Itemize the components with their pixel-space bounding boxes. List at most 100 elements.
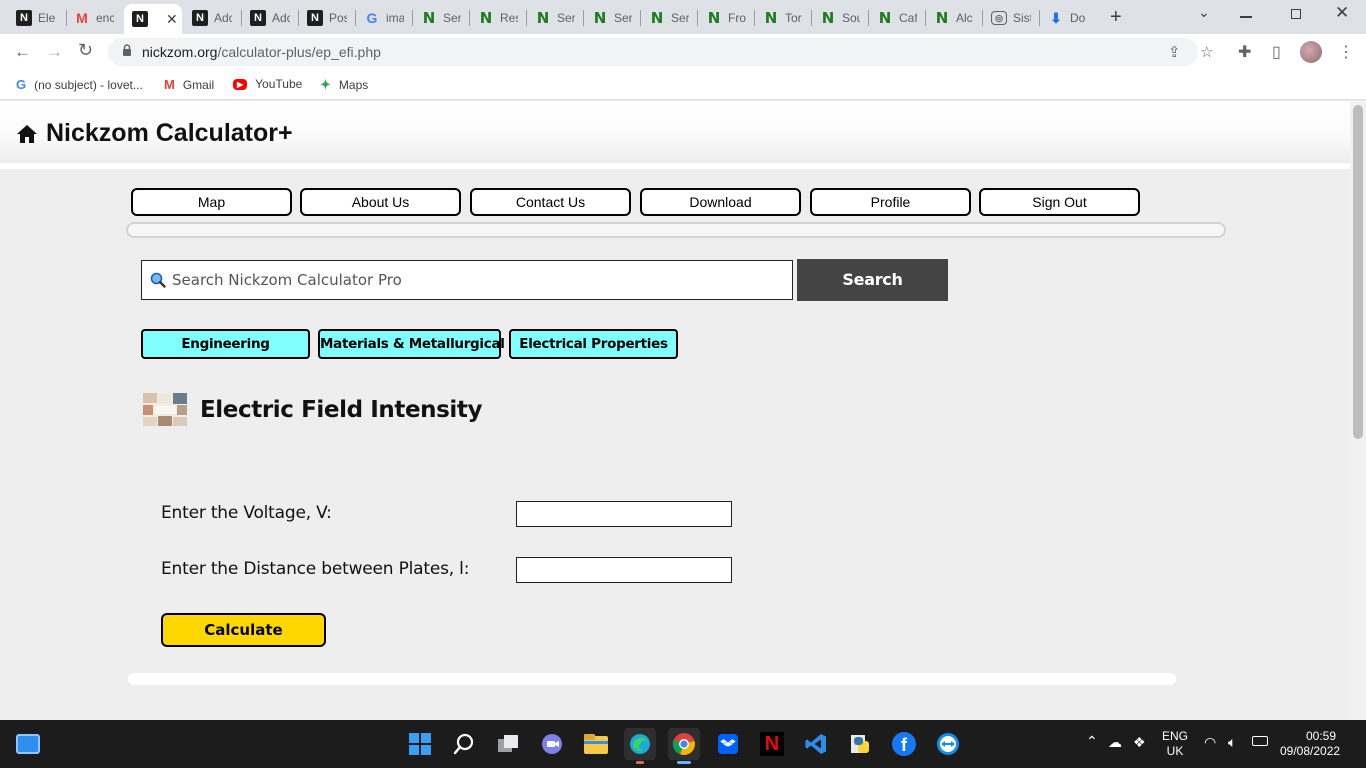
language-indicator[interactable]: ENG UK [1160,729,1190,759]
menu-map-button[interactable]: Map [131,188,292,216]
n-icon: N [307,10,323,26]
volume-icon[interactable]: 🔈︎ [1228,734,1236,751]
green-n-icon: N [821,9,835,27]
menu-profile-button[interactable]: Profile [810,188,971,216]
battery-icon[interactable] [1252,736,1268,746]
file-explorer-icon[interactable] [580,728,612,760]
browser-tab[interactable]: N Pos [299,4,355,32]
clock[interactable]: 00:59 09/08/2022 [1280,729,1340,759]
breadcrumb-materials-metallurgical[interactable]: Materials & Metallurgical [318,329,505,359]
facebook-icon[interactable]: f [888,728,920,760]
calculate-button[interactable]: Calculate [161,613,326,647]
taskbar: N f ⌃ ☁ ❖ ENG UK ◠ 🔈︎ 00:59 09/08/2022 [0,720,1366,768]
gmail-icon: M [164,77,175,92]
browser-tab[interactable]: N Ser [641,4,697,32]
browser-tab[interactable]: NSou [812,4,868,32]
star-icon[interactable]: ☆ [1200,43,1213,61]
bookmark-item[interactable]: G (no subject) - lovet... [16,77,143,92]
voltage-label: Enter the Voltage, V: [161,503,332,523]
browser-tab[interactable]: Gima [356,4,412,32]
menu-icon[interactable]: ⋮ [1338,42,1354,62]
n-icon: N [16,10,32,26]
extensions-icon[interactable]: ✚ [1238,42,1251,62]
chat-icon[interactable] [536,728,568,760]
widgets-icon[interactable] [12,728,44,760]
restore-button[interactable] [1291,9,1301,19]
content-divider [128,673,1176,685]
green-n-icon: N [935,9,949,27]
reload-button[interactable]: ↻ [78,40,93,61]
browser-tab[interactable]: NElec [8,4,64,32]
distance-input[interactable] [516,557,732,583]
n-icon: N [132,11,148,27]
dropbox-tray-icon[interactable]: ❖ [1133,734,1146,751]
forward-button[interactable]: → [46,42,63,62]
search-input[interactable] [172,261,782,299]
search-icon[interactable] [448,728,480,760]
minimize-button[interactable] [1240,16,1252,18]
menu-about-us-button[interactable]: About Us [300,188,461,216]
bookmark-item[interactable]: M Gmail [164,77,214,92]
search-box [141,260,793,300]
green-n-icon: N [764,9,778,27]
browser-tab[interactable]: N Alc [926,4,982,32]
python-icon[interactable] [844,728,876,760]
green-n-icon: N [707,9,721,27]
back-button[interactable]: ← [14,42,31,62]
chrome-icon[interactable] [668,728,700,764]
window-close-button[interactable]: ✕ [1335,3,1349,23]
new-tab-button[interactable]: + [1110,6,1122,29]
breadcrumb-engineering[interactable]: Engineering [141,329,310,359]
breadcrumb-electrical-properties[interactable]: Electrical Properties [509,329,678,359]
browser-tab[interactable]: N Caf [869,4,925,32]
teamviewer-icon[interactable] [932,728,964,760]
menu-download-button[interactable]: Download [640,188,801,216]
address-bar[interactable]: nickzom.org/calculator-plus/ep_efi.php ⇪… [108,38,1213,66]
browser-tab[interactable]: ◎Sist [983,4,1039,32]
browser-tab-active[interactable]: N ✕ [124,4,182,34]
site-header: Nickzom Calculator+ [0,101,1350,169]
scrollbar-thumb[interactable] [1353,105,1363,439]
browser-tab[interactable]: ⬇ Do [1040,4,1096,32]
browser-tab[interactable]: N Adc [242,4,298,32]
bookmark-item[interactable]: ▶ YouTube [233,77,302,91]
dropbox-icon[interactable] [712,728,744,760]
onedrive-icon[interactable]: ☁ [1108,734,1122,751]
menu-sign-out-button[interactable]: Sign Out [979,188,1140,216]
bookmark-item[interactable]: ✦ Maps [320,77,368,93]
start-icon[interactable] [404,728,436,760]
menu-contact-us-button[interactable]: Contact Us [470,188,631,216]
distance-label: Enter the Distance between Plates, l: [161,559,470,579]
chevron-down-icon[interactable]: ⌄ [1198,4,1210,21]
maps-icon: ✦ [320,77,331,92]
browser-tab[interactable]: N Tor [755,4,811,32]
calculator-thumbnail [143,393,187,426]
task-view-icon[interactable] [492,728,524,760]
netflix-icon[interactable]: N [756,728,788,760]
close-icon[interactable]: ✕ [166,11,178,28]
search-button[interactable]: Search [797,259,948,301]
google-icon: G [16,77,27,92]
edge-icon[interactable] [624,728,656,764]
page-content: Nickzom Calculator+ Map About Us Contact… [0,101,1350,720]
voltage-input[interactable] [516,501,732,527]
browser-tab[interactable]: NRes [470,4,526,32]
search-icon [150,272,166,288]
browser-tab[interactable]: N Ser [584,4,640,32]
share-icon[interactable]: ⇪ [1168,43,1181,61]
lock-icon [123,44,131,56]
side-panel-icon[interactable]: ▯ [1272,42,1281,62]
browser-tab[interactable]: N Fro [698,4,754,32]
vscode-icon[interactable] [800,728,832,760]
google-icon: G [366,10,378,26]
page-scrollbar[interactable] [1350,101,1366,720]
browser-tab[interactable]: Menc [66,4,122,32]
avatar[interactable] [1300,41,1322,63]
browser-tab[interactable]: N Adc [184,4,240,32]
browser-tab[interactable]: N Ser [413,4,469,32]
chevron-up-icon[interactable]: ⌃ [1086,733,1098,750]
download-icon: ⬇ [1050,9,1062,26]
site-title[interactable]: Nickzom Calculator+ [16,119,293,148]
browser-tab[interactable]: N Ser [527,4,583,32]
wifi-icon[interactable]: ◠ [1204,734,1216,751]
